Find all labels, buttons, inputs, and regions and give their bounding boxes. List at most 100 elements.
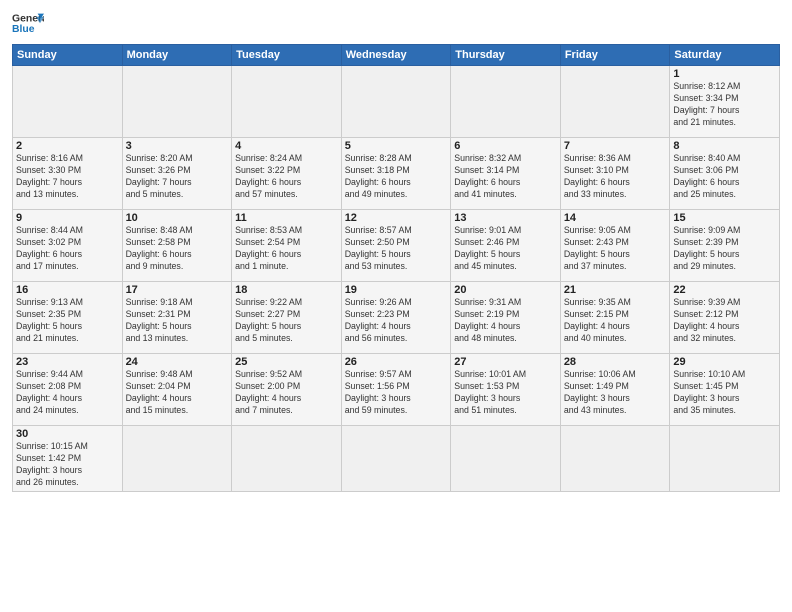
day-number: 2 [16, 140, 119, 152]
calendar-cell-20: 20Sunrise: 9:31 AM Sunset: 2:19 PM Dayli… [451, 282, 561, 354]
day-number: 10 [126, 212, 229, 224]
day-info: Sunrise: 9:48 AM Sunset: 2:04 PM Dayligh… [126, 369, 229, 417]
day-number: 3 [126, 140, 229, 152]
day-number: 21 [564, 284, 667, 296]
calendar-cell-18: 18Sunrise: 9:22 AM Sunset: 2:27 PM Dayli… [232, 282, 342, 354]
day-info: Sunrise: 8:20 AM Sunset: 3:26 PM Dayligh… [126, 153, 229, 201]
day-number: 17 [126, 284, 229, 296]
day-number: 20 [454, 284, 557, 296]
calendar-cell-empty [122, 66, 232, 138]
calendar-cell-empty [560, 426, 670, 492]
day-number: 25 [235, 356, 338, 368]
calendar-cell-9: 9Sunrise: 8:44 AM Sunset: 3:02 PM Daylig… [13, 210, 123, 282]
logo: General Blue [12, 10, 44, 38]
calendar-cell-6: 6Sunrise: 8:32 AM Sunset: 3:14 PM Daylig… [451, 138, 561, 210]
day-info: Sunrise: 10:06 AM Sunset: 1:49 PM Daylig… [564, 369, 667, 417]
calendar-cell-7: 7Sunrise: 8:36 AM Sunset: 3:10 PM Daylig… [560, 138, 670, 210]
header: General Blue [12, 10, 780, 38]
day-number: 5 [345, 140, 448, 152]
day-number: 14 [564, 212, 667, 224]
calendar-cell-14: 14Sunrise: 9:05 AM Sunset: 2:43 PM Dayli… [560, 210, 670, 282]
day-info: Sunrise: 8:16 AM Sunset: 3:30 PM Dayligh… [16, 153, 119, 201]
day-info: Sunrise: 9:31 AM Sunset: 2:19 PM Dayligh… [454, 297, 557, 345]
calendar-cell-5: 5Sunrise: 8:28 AM Sunset: 3:18 PM Daylig… [341, 138, 451, 210]
calendar-cell-26: 26Sunrise: 9:57 AM Sunset: 1:56 PM Dayli… [341, 354, 451, 426]
calendar-cell-4: 4Sunrise: 8:24 AM Sunset: 3:22 PM Daylig… [232, 138, 342, 210]
day-info: Sunrise: 8:28 AM Sunset: 3:18 PM Dayligh… [345, 153, 448, 201]
logo-icon: General Blue [12, 10, 44, 38]
calendar-cell-empty [232, 66, 342, 138]
page: General Blue SundayMondayTuesdayWednesda… [0, 0, 792, 612]
day-info: Sunrise: 9:52 AM Sunset: 2:00 PM Dayligh… [235, 369, 338, 417]
day-number: 11 [235, 212, 338, 224]
day-info: Sunrise: 8:44 AM Sunset: 3:02 PM Dayligh… [16, 225, 119, 273]
calendar-cell-empty [670, 426, 780, 492]
calendar-cell-24: 24Sunrise: 9:48 AM Sunset: 2:04 PM Dayli… [122, 354, 232, 426]
day-number: 7 [564, 140, 667, 152]
calendar-cell-12: 12Sunrise: 8:57 AM Sunset: 2:50 PM Dayli… [341, 210, 451, 282]
col-header-monday: Monday [122, 45, 232, 66]
day-number: 16 [16, 284, 119, 296]
day-number: 28 [564, 356, 667, 368]
col-header-friday: Friday [560, 45, 670, 66]
day-number: 24 [126, 356, 229, 368]
day-number: 29 [673, 356, 776, 368]
day-info: Sunrise: 10:10 AM Sunset: 1:45 PM Daylig… [673, 369, 776, 417]
calendar-cell-empty [232, 426, 342, 492]
calendar-cell-23: 23Sunrise: 9:44 AM Sunset: 2:08 PM Dayli… [13, 354, 123, 426]
day-info: Sunrise: 9:22 AM Sunset: 2:27 PM Dayligh… [235, 297, 338, 345]
day-number: 1 [673, 68, 776, 80]
day-info: Sunrise: 8:48 AM Sunset: 2:58 PM Dayligh… [126, 225, 229, 273]
calendar-cell-8: 8Sunrise: 8:40 AM Sunset: 3:06 PM Daylig… [670, 138, 780, 210]
svg-text:Blue: Blue [12, 24, 35, 35]
calendar-cell-empty [451, 66, 561, 138]
calendar-cell-15: 15Sunrise: 9:09 AM Sunset: 2:39 PM Dayli… [670, 210, 780, 282]
day-number: 13 [454, 212, 557, 224]
day-number: 9 [16, 212, 119, 224]
calendar-cell-25: 25Sunrise: 9:52 AM Sunset: 2:00 PM Dayli… [232, 354, 342, 426]
col-header-thursday: Thursday [451, 45, 561, 66]
day-number: 6 [454, 140, 557, 152]
calendar-cell-16: 16Sunrise: 9:13 AM Sunset: 2:35 PM Dayli… [13, 282, 123, 354]
calendar-cell-17: 17Sunrise: 9:18 AM Sunset: 2:31 PM Dayli… [122, 282, 232, 354]
day-number: 19 [345, 284, 448, 296]
day-number: 27 [454, 356, 557, 368]
calendar-cell-30: 30Sunrise: 10:15 AM Sunset: 1:42 PM Dayl… [13, 426, 123, 492]
day-info: Sunrise: 9:26 AM Sunset: 2:23 PM Dayligh… [345, 297, 448, 345]
calendar-cell-13: 13Sunrise: 9:01 AM Sunset: 2:46 PM Dayli… [451, 210, 561, 282]
day-info: Sunrise: 8:24 AM Sunset: 3:22 PM Dayligh… [235, 153, 338, 201]
day-number: 23 [16, 356, 119, 368]
day-number: 30 [16, 428, 119, 440]
calendar-cell-22: 22Sunrise: 9:39 AM Sunset: 2:12 PM Dayli… [670, 282, 780, 354]
col-header-sunday: Sunday [13, 45, 123, 66]
calendar-cell-empty [451, 426, 561, 492]
day-info: Sunrise: 9:18 AM Sunset: 2:31 PM Dayligh… [126, 297, 229, 345]
col-header-wednesday: Wednesday [341, 45, 451, 66]
calendar-cell-27: 27Sunrise: 10:01 AM Sunset: 1:53 PM Dayl… [451, 354, 561, 426]
col-header-saturday: Saturday [670, 45, 780, 66]
calendar-cell-empty [13, 66, 123, 138]
calendar-cell-empty [122, 426, 232, 492]
calendar: SundayMondayTuesdayWednesdayThursdayFrid… [12, 44, 780, 492]
day-number: 12 [345, 212, 448, 224]
calendar-cell-3: 3Sunrise: 8:20 AM Sunset: 3:26 PM Daylig… [122, 138, 232, 210]
day-info: Sunrise: 9:57 AM Sunset: 1:56 PM Dayligh… [345, 369, 448, 417]
day-number: 4 [235, 140, 338, 152]
calendar-cell-empty [560, 66, 670, 138]
col-header-tuesday: Tuesday [232, 45, 342, 66]
calendar-cell-1: 1Sunrise: 8:12 AM Sunset: 3:34 PM Daylig… [670, 66, 780, 138]
day-info: Sunrise: 8:57 AM Sunset: 2:50 PM Dayligh… [345, 225, 448, 273]
day-number: 18 [235, 284, 338, 296]
day-number: 15 [673, 212, 776, 224]
day-info: Sunrise: 10:15 AM Sunset: 1:42 PM Daylig… [16, 441, 119, 489]
day-info: Sunrise: 8:40 AM Sunset: 3:06 PM Dayligh… [673, 153, 776, 201]
day-number: 26 [345, 356, 448, 368]
calendar-cell-21: 21Sunrise: 9:35 AM Sunset: 2:15 PM Dayli… [560, 282, 670, 354]
calendar-cell-19: 19Sunrise: 9:26 AM Sunset: 2:23 PM Dayli… [341, 282, 451, 354]
day-info: Sunrise: 8:32 AM Sunset: 3:14 PM Dayligh… [454, 153, 557, 201]
calendar-cell-2: 2Sunrise: 8:16 AM Sunset: 3:30 PM Daylig… [13, 138, 123, 210]
calendar-cell-empty [341, 426, 451, 492]
day-number: 8 [673, 140, 776, 152]
day-info: Sunrise: 8:12 AM Sunset: 3:34 PM Dayligh… [673, 81, 776, 129]
day-info: Sunrise: 9:09 AM Sunset: 2:39 PM Dayligh… [673, 225, 776, 273]
